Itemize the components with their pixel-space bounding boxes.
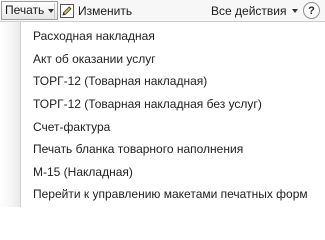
- menu-item-pechat-blanka[interactable]: Печать бланка товарного наполнения: [33, 142, 243, 157]
- menu-item-schet-faktura[interactable]: Счет-фактура: [33, 120, 110, 135]
- edit-button-label: Изменить: [78, 3, 133, 18]
- all-actions-label: Все действия: [211, 3, 287, 18]
- print-button-label: Печать: [5, 3, 45, 17]
- help-button[interactable]: ?: [303, 2, 320, 19]
- menu-item-m-15[interactable]: М-15 (Накладная): [33, 165, 133, 180]
- all-actions-button[interactable]: Все действия: [211, 2, 299, 19]
- menu-item-akt-ob-okazanii-uslug[interactable]: Акт об оказании услуг: [33, 52, 156, 67]
- print-dropdown-menu: Расходная накладная Акт об оказании услу…: [20, 22, 325, 207]
- menu-item-rashodnaya-nakladnaya[interactable]: Расходная накладная: [33, 29, 155, 44]
- toolbar-divider: [54, 3, 55, 18]
- menu-item-upravlenie-maketami[interactable]: Перейти к управлению макетами печатных ф…: [33, 187, 308, 202]
- print-menu-screen: Печать Изменить Все действия ? Расходная…: [0, 0, 325, 207]
- edit-button[interactable]: Изменить: [60, 2, 132, 19]
- toolbar: Печать Изменить Все действия ?: [0, 0, 325, 22]
- menu-item-torg-12-bez-uslug[interactable]: ТОРГ-12 (Товарная накладная без услуг): [33, 97, 262, 112]
- print-button[interactable]: Печать: [1, 1, 59, 20]
- help-icon: ?: [308, 4, 315, 17]
- chevron-down-icon: [292, 8, 299, 13]
- menu-item-torg-12[interactable]: ТОРГ-12 (Товарная накладная): [33, 74, 207, 89]
- menu-gutter: [0, 22, 20, 207]
- pencil-icon: [60, 3, 74, 18]
